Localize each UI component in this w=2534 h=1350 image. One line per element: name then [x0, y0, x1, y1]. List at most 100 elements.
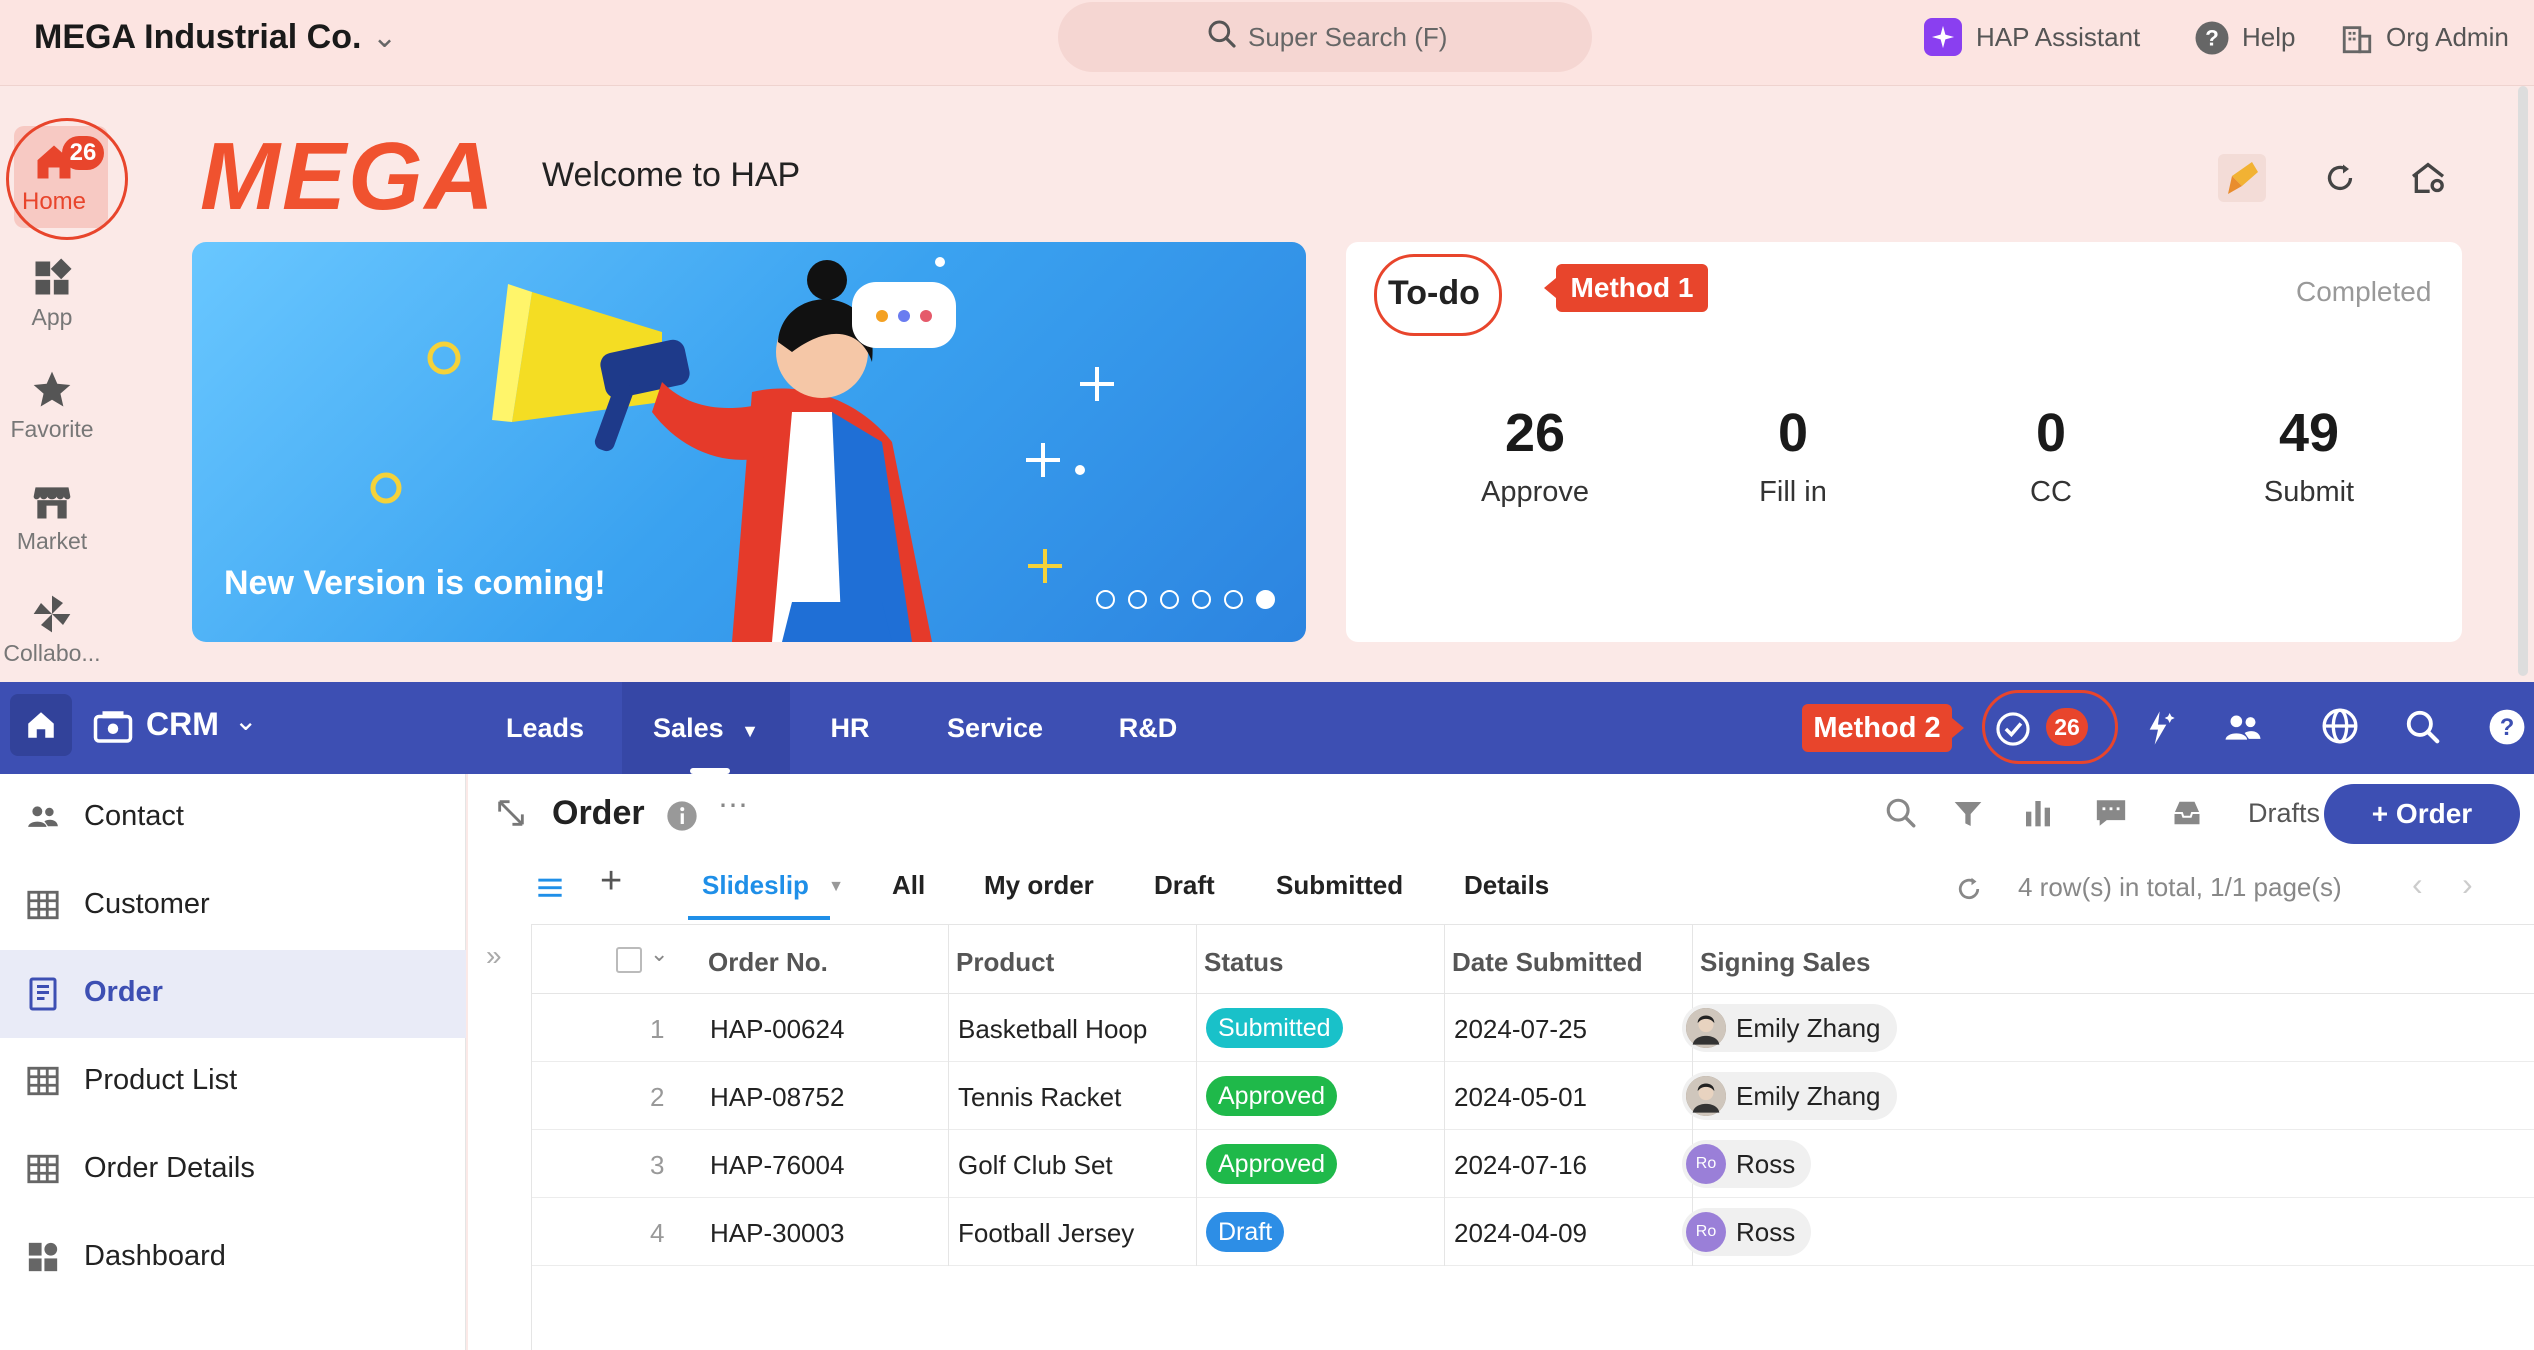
- todo-count-badge[interactable]: 26: [2046, 708, 2088, 746]
- drafts-button[interactable]: Drafts: [2248, 798, 2320, 829]
- todo-stat-approve[interactable]: 26 Approve: [1406, 402, 1664, 509]
- org-admin-link[interactable]: Org Admin: [2386, 22, 2509, 53]
- tab-view-submitted[interactable]: Submitted: [1276, 870, 1403, 901]
- tab-rd[interactable]: R&D: [1090, 682, 1206, 774]
- help-icon[interactable]: ?: [2488, 708, 2526, 746]
- search-icon[interactable]: [1884, 796, 1918, 830]
- tab-sales-label: Sales: [653, 713, 724, 743]
- banner-dot[interactable]: [1160, 590, 1179, 609]
- table-row[interactable]: 4 HAP-30003 Football Jersey Draft 2024-0…: [532, 1198, 2534, 1266]
- column-header-order-no[interactable]: Order No.: [708, 947, 828, 978]
- refresh-icon[interactable]: [2322, 160, 2358, 196]
- comment-icon[interactable]: [2094, 796, 2128, 830]
- tab-hr[interactable]: HR: [800, 682, 900, 774]
- tab-view-draft[interactable]: Draft: [1154, 870, 1215, 901]
- tab-view-details[interactable]: Details: [1464, 870, 1549, 901]
- hap-assistant-icon[interactable]: [1924, 18, 1962, 56]
- prev-page-icon[interactable]: ‹: [2412, 866, 2423, 903]
- check-circle-icon[interactable]: [1994, 710, 2032, 748]
- tab-view-my-order[interactable]: My order: [984, 870, 1094, 901]
- contact-icon: [28, 806, 58, 827]
- chevron-down-icon[interactable]: ⌄: [234, 704, 257, 737]
- filter-icon[interactable]: [1952, 798, 1984, 830]
- banner-dot[interactable]: [1192, 590, 1211, 609]
- column-header-status[interactable]: Status: [1204, 947, 1283, 978]
- cell-order-no: HAP-08752: [710, 1082, 845, 1112]
- todo-stat-value: 0: [2035, 403, 2067, 463]
- help-icon[interactable]: ?: [2194, 20, 2230, 56]
- banner-dot[interactable]: [1224, 590, 1243, 609]
- kite-icon[interactable]: [2218, 154, 2266, 202]
- tab-leads[interactable]: Leads: [470, 682, 620, 774]
- home-settings-icon[interactable]: [2408, 158, 2448, 198]
- info-icon[interactable]: [666, 800, 698, 832]
- rail-market[interactable]: Market: [0, 480, 104, 555]
- page-scrollbar[interactable]: [2518, 86, 2528, 676]
- search-icon[interactable]: [2404, 708, 2442, 746]
- chevron-down-icon[interactable]: ⌄: [650, 941, 668, 967]
- ai-spark-icon[interactable]: [2138, 708, 2178, 748]
- inbox-icon[interactable]: [2172, 798, 2202, 828]
- column-header-signing-sales[interactable]: Signing Sales: [1700, 947, 1871, 978]
- sidebar-item-contact[interactable]: Contact: [0, 774, 466, 862]
- row-count: 4 row(s) in total, 1/1 page(s): [2018, 872, 2342, 902]
- sidebar-item-dashboard[interactable]: Dashboard: [0, 1214, 466, 1302]
- rail-app[interactable]: App: [0, 256, 104, 331]
- members-icon[interactable]: [2222, 708, 2264, 748]
- banner-dot[interactable]: [1128, 590, 1147, 609]
- org-name[interactable]: MEGA Industrial Co.: [34, 18, 361, 57]
- rail-home-label: Home: [21, 188, 87, 215]
- rail-favorite[interactable]: Favorite: [0, 368, 104, 443]
- tab-service[interactable]: Service: [920, 682, 1070, 774]
- news-banner[interactable]: New Version is coming!: [192, 242, 1306, 642]
- todo-stat-submit[interactable]: 49 Submit: [2180, 402, 2438, 509]
- rail-favorite-label: Favorite: [10, 416, 94, 442]
- help-link[interactable]: Help: [2242, 22, 2295, 53]
- sidebar-item-order[interactable]: Order: [0, 950, 466, 1038]
- tab-view-slideslip[interactable]: Slideslip ▼: [702, 870, 844, 901]
- next-page-icon[interactable]: ›: [2462, 866, 2473, 903]
- table-row[interactable]: 3 HAP-76004 Golf Club Set Approved 2024-…: [532, 1130, 2534, 1198]
- top-bar: MEGA Industrial Co. ⌄ Super Search (F) H…: [0, 0, 2534, 86]
- super-search[interactable]: Super Search (F): [1058, 2, 1592, 72]
- todo-stat-fill-in[interactable]: 0 Fill in: [1664, 402, 1922, 509]
- org-admin-icon[interactable]: [2340, 22, 2374, 56]
- more-options-icon[interactable]: ⋯: [718, 788, 749, 823]
- hap-assistant-link[interactable]: HAP Assistant: [1976, 22, 2140, 53]
- todo-completed-link[interactable]: Completed: [2296, 276, 2431, 308]
- select-all-checkbox[interactable]: [616, 947, 642, 973]
- banner-dot[interactable]: [1256, 590, 1275, 609]
- crm-app-icon: [93, 711, 133, 743]
- todo-stat-cc[interactable]: 0 CC: [1922, 402, 2180, 509]
- column-header-product[interactable]: Product: [956, 947, 1054, 978]
- sidebar-item-label: Dashboard: [84, 1240, 226, 1272]
- cell-order-no: HAP-00624: [710, 1014, 845, 1044]
- refresh-icon[interactable]: [1954, 874, 1984, 904]
- chevron-down-icon[interactable]: ⌄: [372, 20, 397, 55]
- table-row[interactable]: 1 HAP-00624 Basketball Hoop Submitted 20…: [532, 994, 2534, 1062]
- table-row[interactable]: 2 HAP-08752 Tennis Racket Approved 2024-…: [532, 1062, 2534, 1130]
- app-home-button[interactable]: [10, 694, 72, 756]
- sidebar-item-customer[interactable]: Customer: [0, 862, 466, 950]
- add-order-button[interactable]: + Order: [2324, 784, 2520, 844]
- app-icon: [35, 258, 72, 295]
- banner-pagination[interactable]: [1096, 590, 1288, 614]
- globe-icon[interactable]: [2320, 706, 2360, 746]
- chart-icon[interactable]: [2022, 796, 2054, 830]
- sidebar-item-product-list[interactable]: Product List: [0, 1038, 466, 1126]
- tab-view-all[interactable]: All: [892, 870, 925, 901]
- market-icon: [33, 487, 71, 519]
- add-view-icon[interactable]: +: [600, 860, 622, 903]
- column-header-date-submitted[interactable]: Date Submitted: [1452, 947, 1643, 978]
- list-icon[interactable]: [534, 874, 566, 902]
- sidebar-item-order-details[interactable]: Order Details: [0, 1126, 466, 1214]
- collapse-icon[interactable]: [494, 796, 528, 830]
- todo-title[interactable]: To-do: [1388, 274, 1480, 313]
- todo-stat-label: Approve: [1480, 476, 1589, 508]
- tab-sales[interactable]: Sales ▼: [622, 682, 790, 774]
- expand-icon[interactable]: »: [486, 940, 502, 972]
- avatar: Ro: [1686, 1212, 1726, 1252]
- banner-dot[interactable]: [1096, 590, 1115, 609]
- rail-collaboration[interactable]: Collabo...: [0, 592, 104, 667]
- app-name[interactable]: CRM: [146, 706, 219, 743]
